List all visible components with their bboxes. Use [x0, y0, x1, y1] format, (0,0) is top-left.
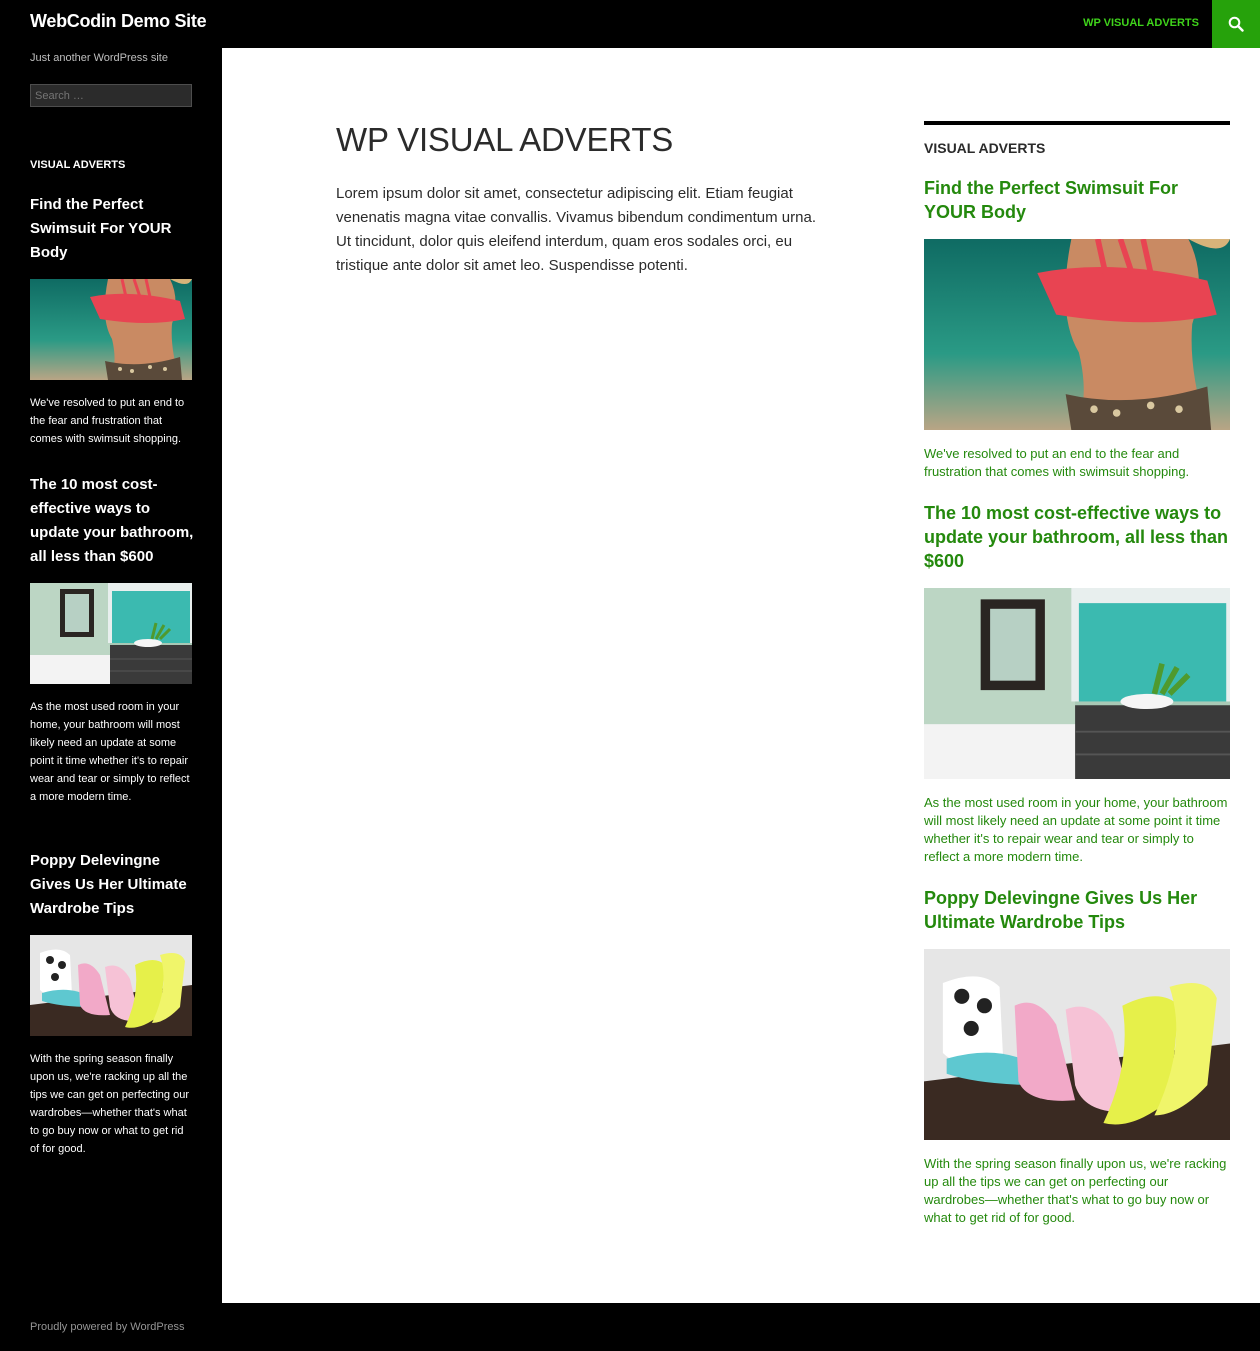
page-title: WP VISUAL ADVERTS — [336, 121, 674, 158]
widget-title: VISUAL ADVERTS — [924, 140, 1046, 156]
right-ad-swimsuit: Find the Perfect Swimsuit For YOUR Body — [924, 176, 1230, 481]
site-title-link[interactable]: WebCodin Demo Site — [30, 11, 207, 32]
search-input[interactable] — [30, 84, 192, 107]
ad-text: As the most used room in your home, your… — [924, 795, 1228, 864]
bathroom-photo[interactable] — [30, 583, 192, 684]
page-body-text: Lorem ipsum dolor sit amet, consectetur … — [336, 185, 816, 274]
footer-credit-link[interactable]: Proudly powered by WordPress — [30, 1321, 184, 1333]
right-ad-wardrobe: Poppy Delevingne Gives Us Her Ultimate W… — [924, 886, 1230, 1227]
site-header: WebCodin Demo Site WP VISUAL ADVERTS — [0, 0, 1260, 48]
ad-text: With the spring season finally upon us, … — [30, 1053, 189, 1155]
left-ad-wardrobe: Poppy Delevingne Gives Us Her Ultimate W… — [30, 849, 195, 1158]
widget-title: VISUAL ADVERTS — [30, 159, 126, 171]
left-ad-bathroom: The 10 most cost-effective ways to updat… — [30, 473, 195, 806]
shoes-photo[interactable] — [924, 949, 1230, 1140]
shoes-photo[interactable] — [30, 935, 192, 1036]
ad-text: We've resolved to put an end to the fear… — [30, 397, 185, 445]
site-description: Just another WordPress site — [30, 52, 168, 64]
search-icon — [1228, 16, 1244, 32]
ad-title-link[interactable]: The 10 most cost-effective ways to updat… — [30, 473, 195, 569]
ad-title-link[interactable]: Poppy Delevingne Gives Us Her Ultimate W… — [924, 886, 1230, 934]
left-ad-swimsuit: Find the Perfect Swimsuit For YOUR Body … — [30, 193, 195, 448]
left-sidebar: Just another WordPress site VISUAL ADVER… — [0, 48, 222, 1303]
ad-title-link[interactable]: Find the Perfect Swimsuit For YOUR Body — [30, 193, 195, 265]
ad-title-link[interactable]: Poppy Delevingne Gives Us Her Ultimate W… — [30, 849, 195, 921]
search-toggle-button[interactable] — [1212, 0, 1260, 48]
bathroom-photo[interactable] — [924, 588, 1230, 779]
content-area: WP VISUAL ADVERTS Lorem ipsum dolor sit … — [222, 48, 1260, 1303]
swimsuit-photo[interactable] — [30, 279, 192, 380]
ad-title-link[interactable]: Find the Perfect Swimsuit For YOUR Body — [924, 176, 1230, 224]
swimsuit-photo[interactable] — [924, 239, 1230, 430]
site-footer: Proudly powered by WordPress — [0, 1303, 1260, 1351]
nav-item-wp-visual-adverts[interactable]: WP VISUAL ADVERTS — [1083, 17, 1199, 29]
ad-text: With the spring season finally upon us, … — [924, 1156, 1227, 1225]
ad-text: We've resolved to put an end to the fear… — [924, 446, 1190, 479]
ad-text: As the most used room in your home, your… — [30, 701, 190, 803]
right-ad-bathroom: The 10 most cost-effective ways to updat… — [924, 501, 1230, 866]
ad-title-link[interactable]: The 10 most cost-effective ways to updat… — [924, 501, 1230, 573]
right-widget-visual-adverts: VISUAL ADVERTS Find the Perfect Swimsuit… — [924, 121, 1230, 1227]
